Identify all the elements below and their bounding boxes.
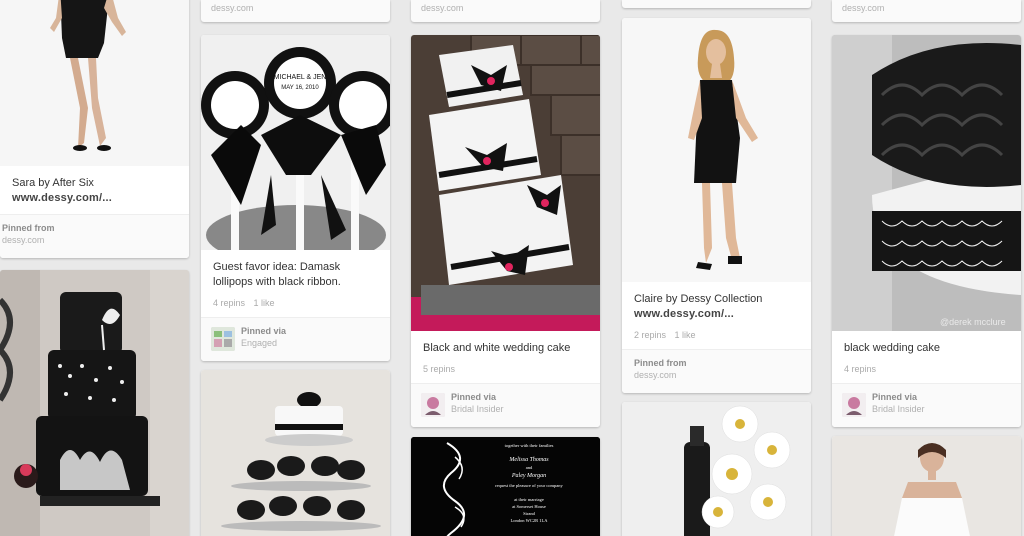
- pin-image-bride[interactable]: [832, 436, 1021, 536]
- pin-image-invitation[interactable]: together with their families Melissa Tho…: [411, 437, 600, 536]
- invite-line: at Somerset House: [512, 504, 546, 509]
- board-avatar[interactable]: [421, 393, 445, 417]
- pin-image-dress[interactable]: [0, 0, 189, 166]
- image-watermark: @derek mcclure: [940, 317, 1006, 327]
- pin-attribution[interactable]: Pinned via Bridal Insider: [411, 383, 600, 427]
- pinned-via-label: Pinned via: [451, 392, 497, 402]
- pin-source-top-2[interactable]: dessy.com: [201, 0, 390, 22]
- pin-caption: black wedding cake: [844, 342, 941, 354]
- pin-link[interactable]: www.dessy.com/...: [634, 307, 799, 322]
- board-name[interactable]: Bridal Insider: [872, 404, 1009, 414]
- pin-image-black-cake[interactable]: [0, 270, 189, 536]
- invite-line: and: [526, 465, 533, 470]
- pin-description: Sara by After Six www.dessy.com/...: [0, 166, 189, 214]
- invite-line: Melissa Thomas: [508, 457, 549, 463]
- pin-description: Black and white wedding cake: [411, 331, 600, 364]
- invite-line: London WC2R 1LA: [511, 518, 549, 523]
- repin-count[interactable]: 5 repins: [423, 364, 455, 374]
- pin-stats: 4 repins: [832, 364, 1021, 383]
- pin-source[interactable]: dessy.com: [2, 235, 177, 245]
- repin-count[interactable]: 4 repins: [213, 298, 245, 308]
- pin-image-ruffle-cake[interactable]: @derek mcclure: [832, 35, 1021, 331]
- pin-image-dress-claire[interactable]: [622, 18, 811, 282]
- pin-card-bw-cake[interactable]: Black and white wedding cake 5 repins Pi…: [411, 35, 600, 427]
- pin-card-cupcake-tower[interactable]: [201, 370, 390, 536]
- pin-card-bride[interactable]: [832, 436, 1021, 536]
- board-avatar[interactable]: [211, 327, 235, 351]
- pin-description: Guest favor idea: Damask lollipops with …: [201, 250, 390, 298]
- pin-description: black wedding cake: [832, 331, 1021, 364]
- lollipop-label: MICHAEL & JEN: [274, 74, 327, 81]
- pin-caption: Guest favor idea: Damask lollipops with …: [213, 261, 341, 288]
- like-count[interactable]: 1 like: [254, 298, 275, 308]
- pin-card-claire[interactable]: Claire by Dessy Collection www.dessy.com…: [622, 18, 811, 393]
- invite-line: Paley Morgan: [511, 473, 546, 479]
- board-avatar[interactable]: [842, 393, 866, 417]
- pinned-from-label: Pinned from: [2, 223, 55, 233]
- pin-source-top-3[interactable]: dessy.com: [411, 0, 600, 22]
- pin-attribution[interactable]: Pinned via Engaged: [201, 317, 390, 361]
- pin-description: Claire by Dessy Collection www.dessy.com…: [622, 282, 811, 330]
- repin-count[interactable]: 4 repins: [844, 364, 876, 374]
- pin-card-top-4[interactable]: [622, 0, 811, 8]
- pin-card-ruffle-cake[interactable]: @derek mcclure black wedding cake 4 repi…: [832, 35, 1021, 427]
- pin-card-lollipops[interactable]: MICHAEL & JEN MAY 16, 2010 Guest favor i…: [201, 35, 390, 361]
- pin-caption: Sara by After Six: [12, 177, 94, 189]
- pin-source-top-5[interactable]: dessy.com: [832, 0, 1021, 22]
- pin-stats: 2 repins 1 like: [622, 330, 811, 349]
- invite-line: together with their families: [505, 443, 554, 448]
- board-name[interactable]: Engaged: [241, 338, 378, 348]
- invite-line: at their marriage: [514, 497, 544, 502]
- pin-stats: 5 repins: [411, 364, 600, 383]
- pin-image-bw-cake[interactable]: [411, 35, 600, 331]
- pin-source[interactable]: dessy.com: [634, 370, 799, 380]
- pin-link[interactable]: www.dessy.com/...: [12, 191, 177, 206]
- pinned-via-label: Pinned via: [872, 392, 918, 402]
- pin-card-cake-1[interactable]: [0, 270, 189, 536]
- pin-image-daisies[interactable]: [622, 402, 811, 536]
- pin-stats: 4 repins 1 like: [201, 298, 390, 317]
- pin-attribution[interactable]: Pinned from dessy.com: [622, 349, 811, 393]
- pinned-from-label: Pinned from: [634, 358, 687, 368]
- board-name[interactable]: Bridal Insider: [451, 404, 588, 414]
- pin-card-invitation[interactable]: together with their families Melissa Tho…: [411, 437, 600, 536]
- pin-image-cupcake-tower[interactable]: [201, 370, 390, 536]
- like-count[interactable]: 1 like: [675, 330, 696, 340]
- repin-count[interactable]: 2 repins: [634, 330, 666, 340]
- pin-caption: Black and white wedding cake: [423, 342, 571, 354]
- pin-attribution[interactable]: Pinned via Bridal Insider: [832, 383, 1021, 427]
- pinned-via-label: Pinned via: [241, 326, 287, 336]
- lollipop-date: MAY 16, 2010: [281, 85, 319, 91]
- invite-line: Strand: [523, 511, 535, 516]
- pin-card-daisies[interactable]: [622, 402, 811, 536]
- pin-attribution[interactable]: Pinned from dessy.com: [0, 214, 189, 258]
- invite-line: request the pleasure of your company: [495, 483, 563, 488]
- pin-card-sara[interactable]: Sara by After Six www.dessy.com/... Pinn…: [0, 0, 189, 258]
- pin-image-lollipops[interactable]: MICHAEL & JEN MAY 16, 2010: [201, 35, 390, 250]
- pin-caption: Claire by Dessy Collection: [634, 293, 763, 305]
